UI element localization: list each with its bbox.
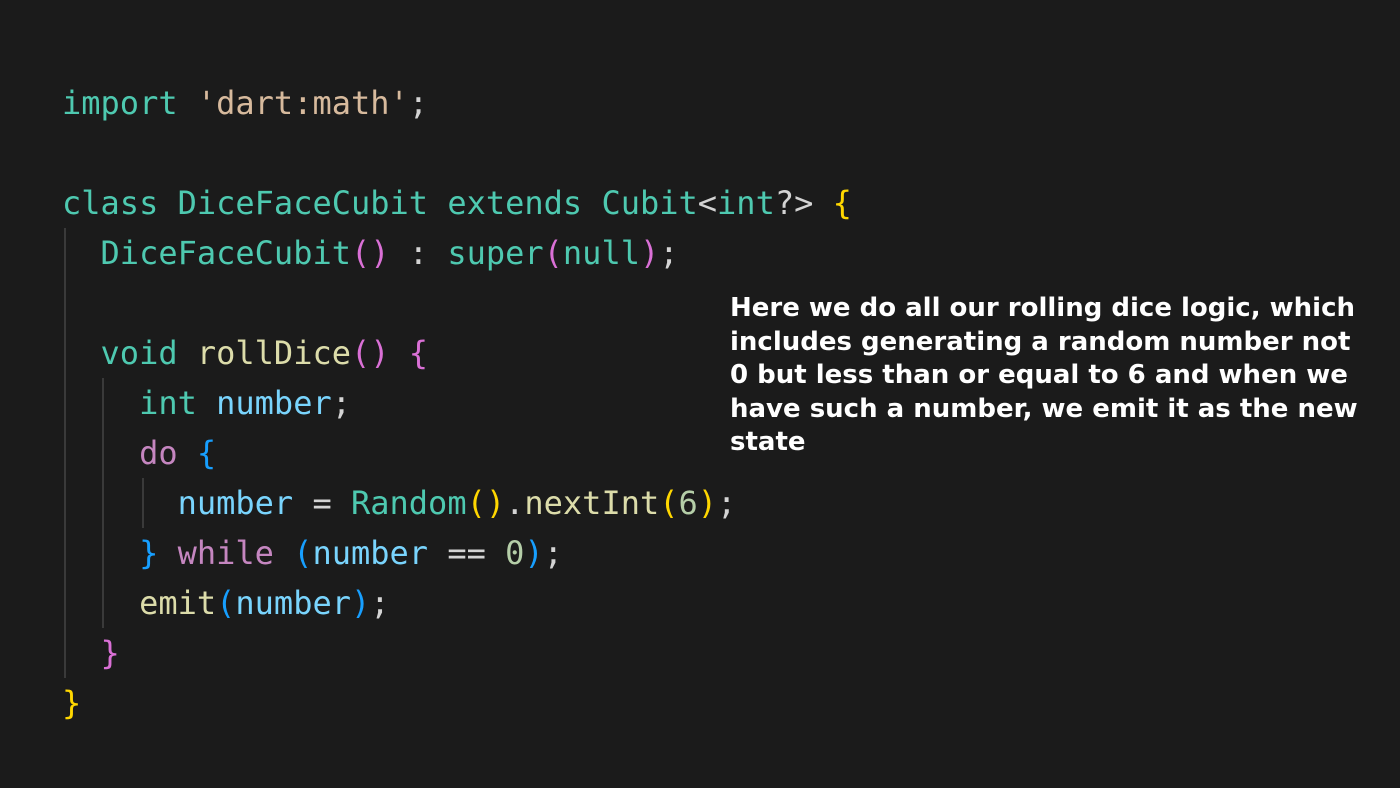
code-line: int number; xyxy=(62,378,351,428)
code-line: } xyxy=(62,678,81,728)
code-token: ) xyxy=(639,234,660,272)
slide: import 'dart:math'; class DiceFaceCubit e… xyxy=(0,0,1400,788)
code-token: while xyxy=(177,534,274,572)
code-token: ) xyxy=(697,484,718,522)
code-token: Random xyxy=(350,484,467,522)
code-token: 6 xyxy=(678,484,698,522)
code-line: do { xyxy=(62,428,216,478)
code-token: do xyxy=(139,434,178,472)
code-line: import 'dart:math'; xyxy=(62,78,428,128)
code-token: number xyxy=(177,484,294,522)
code-token: int xyxy=(139,384,197,422)
code-token: = xyxy=(293,484,351,522)
code-token: . xyxy=(505,484,525,522)
code-token: ( xyxy=(293,534,313,572)
code-token: } xyxy=(139,534,159,572)
code-token: : xyxy=(389,234,448,272)
code-token: } xyxy=(100,634,120,672)
code-token: DiceFaceCubit xyxy=(100,234,351,272)
code-line: } while (number == 0); xyxy=(62,528,563,578)
code-token: int xyxy=(717,184,775,222)
code-token: ; xyxy=(717,484,737,522)
code-token: { xyxy=(408,334,429,372)
code-line: } xyxy=(62,628,120,678)
code-token: ; xyxy=(543,534,563,572)
code-token: nextInt xyxy=(524,484,660,522)
code-token: ( xyxy=(216,584,236,622)
code-line: emit(number); xyxy=(62,578,390,628)
code-token: < xyxy=(697,184,718,222)
code-line: number = Random().nextInt(6); xyxy=(62,478,737,528)
code-token: super xyxy=(447,234,544,272)
code-block: import 'dart:math'; class DiceFaceCubit e… xyxy=(62,78,852,722)
code-token: null xyxy=(562,234,640,272)
code-token: ) xyxy=(524,534,544,572)
code-token: { xyxy=(832,184,852,222)
code-token: import xyxy=(62,84,178,122)
code-token: () xyxy=(466,484,506,522)
code-token: number xyxy=(312,534,429,572)
code-token: DiceFaceCubit xyxy=(177,184,429,222)
code-token: == xyxy=(428,534,506,572)
code-line: class DiceFaceCubit extends Cubit<int?> … xyxy=(62,178,852,228)
code-token: void xyxy=(100,334,178,372)
code-token: ; xyxy=(408,84,429,122)
code-token: number xyxy=(235,584,351,622)
code-token: } xyxy=(62,684,82,722)
code-token: ?> xyxy=(774,184,814,222)
code-token: ; xyxy=(370,584,390,622)
code-token: ( xyxy=(543,234,563,272)
code-token: rollDice xyxy=(196,334,351,372)
code-token: emit xyxy=(139,584,217,622)
code-token: ( xyxy=(659,484,679,522)
code-token: ) xyxy=(350,584,371,622)
code-token: () xyxy=(350,334,390,372)
annotation-text: Here we do all our rolling dice logic, w… xyxy=(730,293,1358,457)
code-line: void rollDice() { xyxy=(62,328,429,378)
code-token: () xyxy=(350,234,390,272)
code-token: ; xyxy=(331,384,351,422)
code-token: 'dart:math' xyxy=(196,84,409,122)
code-line: DiceFaceCubit() : super(null); xyxy=(62,228,679,278)
code-token: Cubit xyxy=(601,184,698,222)
code-token: class xyxy=(62,184,159,222)
code-token: ; xyxy=(659,234,679,272)
code-token: 0 xyxy=(505,534,525,572)
code-token: extends xyxy=(447,184,583,222)
code-token: { xyxy=(196,434,217,472)
code-token: number xyxy=(216,384,332,422)
